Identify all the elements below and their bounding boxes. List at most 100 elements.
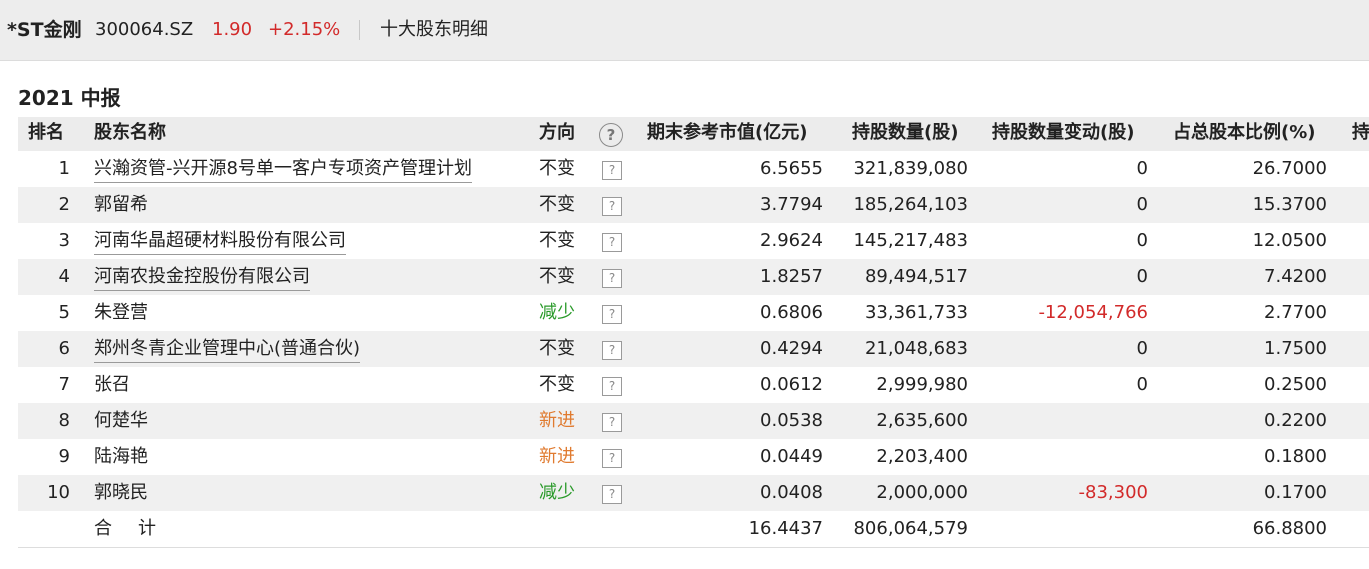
shareholder-name-text: 陆海艳 xyxy=(94,446,148,467)
row-market-value: 3.7794 xyxy=(760,194,823,215)
header-ratio[interactable]: 占总股本比例(%) xyxy=(1173,117,1316,151)
row-ratio: 7.4200 xyxy=(1264,266,1327,287)
row-direction: 不变 xyxy=(539,338,575,359)
shareholder-link[interactable]: 兴瀚资管-兴开源8号单一客户专项资产管理计划 xyxy=(94,156,472,183)
row-rank: 4 xyxy=(58,266,70,287)
table-row: 3 河南华晶超硬材料股份有限公司 不变? 2.9624 145,217,483 0 12.0… xyxy=(18,223,1369,259)
row-ratio: 0.2500 xyxy=(1264,374,1327,395)
row-help[interactable]: ? xyxy=(602,475,624,511)
row-help[interactable]: ? xyxy=(602,259,624,295)
row-shareholder-name[interactable]: 郑州冬青企业管理中心(普通合伙) xyxy=(94,331,361,367)
row-market-value: 0.0538 xyxy=(760,410,823,431)
total-ratio: 66.8800 xyxy=(1252,518,1327,539)
total-label: 合计 xyxy=(94,518,182,539)
table-row: 8 何楚华 新进? 0.0538 2,635,600 0.2200 xyxy=(18,403,1369,439)
help-box-icon[interactable]: ? xyxy=(602,269,622,288)
row-direction: 新进 xyxy=(539,410,575,431)
row-market-value: 1.8257 xyxy=(760,266,823,287)
table-header-row: 排名 股东名称 方向 ? 期末参考市值(亿元) 持股数量(股) 持股数量变动(股… xyxy=(18,117,1369,151)
row-ratio: 0.1800 xyxy=(1264,446,1327,467)
help-box-icon[interactable]: ? xyxy=(602,485,622,504)
row-rank: 5 xyxy=(58,302,70,323)
row-direction: 不变 xyxy=(539,374,575,395)
shareholder-name-text: 郭留希 xyxy=(94,194,148,215)
help-box-icon[interactable]: ? xyxy=(602,449,622,468)
row-shares: 321,839,080 xyxy=(853,158,968,179)
row-shareholder-name: 郭晓民 xyxy=(94,475,148,511)
row-market-value: 0.6806 xyxy=(760,302,823,323)
row-ratio: 0.1700 xyxy=(1264,482,1327,503)
header-market-value[interactable]: 期末参考市值(亿元) xyxy=(647,117,807,151)
header-divider xyxy=(359,20,360,40)
header-shares[interactable]: 持股数量(股) xyxy=(852,117,958,151)
table-row: 4 河南农投金控股份有限公司 不变? 1.8257 89,494,517 0 7.4200 xyxy=(18,259,1369,295)
row-direction: 不变 xyxy=(539,194,575,215)
row-shares: 2,203,400 xyxy=(876,446,968,467)
help-box-icon[interactable]: ? xyxy=(602,197,622,216)
row-share-change: 0 xyxy=(1136,158,1148,179)
shareholder-link[interactable]: 河南华晶超硬材料股份有限公司 xyxy=(94,228,346,255)
shareholder-link[interactable]: 河南农投金控股份有限公司 xyxy=(94,264,310,291)
row-share-change: 0 xyxy=(1136,266,1148,287)
stock-header-bar: *ST金刚 300064.SZ 1.90 +2.15% 十大股东明细 xyxy=(0,0,1369,61)
shareholder-name-text: 朱登营 xyxy=(94,302,148,323)
row-help[interactable]: ? xyxy=(602,295,624,331)
table-row: 9 陆海艳 新进? 0.0449 2,203,400 0.1800 xyxy=(18,439,1369,475)
help-box-icon[interactable]: ? xyxy=(602,161,622,180)
stock-code: 300064.SZ xyxy=(95,19,194,40)
row-rank: 9 xyxy=(58,446,70,467)
total-shares: 806,064,579 xyxy=(853,518,968,539)
header-share-change[interactable]: 持股数量变动(股) xyxy=(992,117,1134,151)
help-box-icon[interactable]: ? xyxy=(602,341,622,360)
table-total-row: 合计 16.4437 806,064,579 66.8800 xyxy=(18,511,1369,548)
row-shareholder-name[interactable]: 兴瀚资管-兴开源8号单一客户专项资产管理计划 xyxy=(94,151,472,187)
stock-change: +2.15% xyxy=(268,19,341,40)
row-help[interactable]: ? xyxy=(602,187,624,223)
table-row: 10 郭晓民 减少? 0.0408 2,000,000 -83,300 0.1700 xyxy=(18,475,1369,511)
stock-price: 1.90 xyxy=(212,19,253,40)
row-shares: 185,264,103 xyxy=(853,194,968,215)
row-direction: 新进 xyxy=(539,446,575,467)
shareholder-link[interactable]: 郑州冬青企业管理中心(普通合伙) xyxy=(94,336,361,363)
header-shareholder-name: 股东名称 xyxy=(94,122,166,143)
row-rank: 1 xyxy=(58,158,70,179)
row-direction: 减少 xyxy=(539,302,575,323)
page-subtitle: 十大股东明细 xyxy=(380,19,488,40)
row-share-change: 0 xyxy=(1136,338,1148,359)
row-market-value: 0.0408 xyxy=(760,482,823,503)
table-row: 2 郭留希 不变? 3.7794 185,264,103 0 15.3700 xyxy=(18,187,1369,223)
row-help[interactable]: ? xyxy=(602,151,624,187)
row-shareholder-name: 陆海艳 xyxy=(94,439,148,475)
row-shareholder-name[interactable]: 河南华晶超硬材料股份有限公司 xyxy=(94,223,346,259)
row-help[interactable]: ? xyxy=(602,403,624,439)
row-help[interactable]: ? xyxy=(602,439,624,475)
row-share-change: 0 xyxy=(1136,230,1148,251)
row-market-value: 0.0449 xyxy=(760,446,823,467)
row-shareholder-name[interactable]: 河南农投金控股份有限公司 xyxy=(94,259,310,295)
row-shares: 2,635,600 xyxy=(876,410,968,431)
row-market-value: 2.9624 xyxy=(760,230,823,251)
row-market-value: 0.0612 xyxy=(760,374,823,395)
header-truncated-column: 持 xyxy=(1352,122,1369,143)
stock-name: *ST金刚 xyxy=(7,19,82,41)
row-direction: 不变 xyxy=(539,158,575,179)
row-shareholder-name: 何楚华 xyxy=(94,403,148,439)
row-help[interactable]: ? xyxy=(602,367,624,403)
table-row: 6 郑州冬青企业管理中心(普通合伙) 不变? 0.4294 21,048,683 0 1.7… xyxy=(18,331,1369,367)
row-share-change xyxy=(984,403,1148,439)
header-help[interactable]: ? xyxy=(599,117,624,151)
row-help[interactable]: ? xyxy=(602,223,624,259)
row-shares: 33,361,733 xyxy=(864,302,968,323)
row-share-change: -83,300 xyxy=(1078,482,1148,503)
help-box-icon[interactable]: ? xyxy=(602,377,622,396)
row-direction: 减少 xyxy=(539,482,575,503)
help-box-icon[interactable]: ? xyxy=(602,413,622,432)
row-ratio: 2.7700 xyxy=(1264,302,1327,323)
row-shareholder-name: 张召 xyxy=(94,367,130,403)
help-circle-icon[interactable]: ? xyxy=(599,123,623,147)
help-box-icon[interactable]: ? xyxy=(602,305,622,324)
row-share-change: -12,054,766 xyxy=(1038,302,1148,323)
row-ratio: 26.7000 xyxy=(1252,158,1327,179)
row-help[interactable]: ? xyxy=(602,331,624,367)
help-box-icon[interactable]: ? xyxy=(602,233,622,252)
